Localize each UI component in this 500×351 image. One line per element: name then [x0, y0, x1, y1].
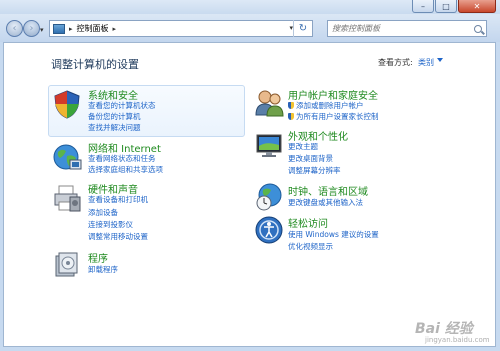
address-bar[interactable]: ▸ 控制面板 ▸ ▾ ↻: [49, 20, 313, 37]
uac-shield-icon: [288, 102, 294, 109]
back-button[interactable]: ‹: [6, 20, 23, 37]
link-screen-resolution[interactable]: 调整屏幕分辨率: [288, 165, 341, 176]
back-arrow-icon: ‹: [12, 23, 17, 34]
link-troubleshoot[interactable]: 查找并解决问题: [88, 122, 141, 133]
link-recommended-settings[interactable]: 使用 Windows 建议的设置: [288, 229, 379, 240]
forward-button[interactable]: ›: [23, 20, 40, 37]
link-add-device[interactable]: 添加设备: [88, 207, 118, 218]
category-title-programs[interactable]: 程序: [88, 250, 108, 265]
link-devices-printers[interactable]: 查看设备和打印机: [88, 194, 148, 205]
ease-of-access-icon[interactable]: [254, 215, 284, 245]
category-title-ease-of-access[interactable]: 轻松访问: [288, 215, 328, 230]
forward-arrow-icon: ›: [29, 23, 34, 34]
link-parental-controls[interactable]: 为所有用户设置家长控制: [288, 111, 379, 122]
window-controls: – □ ✕: [412, 0, 496, 14]
link-view-computer-status[interactable]: 查看您的计算机状态: [88, 100, 156, 111]
search-icon[interactable]: [474, 24, 482, 33]
close-button[interactable]: ✕: [458, 0, 496, 13]
link-backup-computer[interactable]: 备份您的计算机: [88, 111, 141, 122]
link-network-status[interactable]: 查看网络状态和任务: [88, 153, 156, 164]
uac-shield-icon: [288, 113, 294, 120]
link-label: 添加或删除用户帐户: [296, 101, 364, 110]
refresh-button[interactable]: ↻: [293, 20, 312, 37]
link-add-remove-users[interactable]: 添加或删除用户帐户: [288, 100, 364, 111]
navigation-bar: ‹ › ▾ ▸ 控制面板 ▸ ▾ ↻: [0, 14, 500, 42]
minimize-button[interactable]: –: [412, 0, 434, 13]
link-uninstall-program[interactable]: 卸载程序: [88, 264, 118, 275]
search-box[interactable]: [327, 20, 487, 37]
breadcrumb-control-panel[interactable]: 控制面板: [77, 23, 109, 34]
shield-icon[interactable]: [52, 89, 82, 119]
link-connect-projector[interactable]: 连接到投影仪: [88, 219, 133, 230]
content-pane: 调整计算机的设置 查看方式: 类别 系统和安全 查看您的计算机状态 备份您的计算…: [3, 42, 496, 347]
breadcrumb-separator[interactable]: ▸: [113, 25, 117, 33]
breadcrumb-separator[interactable]: ▸: [69, 25, 73, 33]
view-by-dropdown[interactable]: 类别: [418, 57, 434, 68]
clock-globe-icon[interactable]: [254, 182, 284, 212]
users-icon[interactable]: [254, 87, 284, 117]
baidu-watermark-url: jingyan.baidu.com: [425, 336, 490, 344]
maximize-button[interactable]: □: [435, 0, 457, 13]
network-globe-icon[interactable]: [52, 142, 82, 172]
programs-icon[interactable]: [52, 250, 82, 280]
link-change-input-methods[interactable]: 更改键盘或其他输入法: [288, 197, 363, 208]
baidu-watermark: Bai 经验: [415, 321, 473, 337]
chevron-down-icon[interactable]: [437, 58, 443, 62]
link-label: 为所有用户设置家长控制: [296, 112, 379, 121]
control-panel-icon: [53, 23, 65, 34]
category-title-clock-language-region[interactable]: 时钟、语言和区域: [288, 183, 368, 198]
link-change-theme[interactable]: 更改主题: [288, 141, 318, 152]
link-homegroup-sharing[interactable]: 选择家庭组和共享选项: [88, 164, 163, 175]
view-by-label: 查看方式:: [378, 58, 413, 67]
refresh-icon: ↻: [298, 23, 308, 34]
link-mobility-settings[interactable]: 调整常用移动设置: [88, 231, 148, 242]
recent-pages-dropdown[interactable]: ▾: [40, 26, 44, 34]
title-bar: – □ ✕: [0, 0, 500, 14]
display-icon[interactable]: [254, 131, 284, 161]
search-input[interactable]: [332, 24, 452, 33]
printer-icon[interactable]: [52, 183, 82, 213]
link-optimize-video-display[interactable]: 优化视频显示: [288, 241, 333, 252]
page-title: 调整计算机的设置: [51, 58, 139, 71]
link-change-wallpaper[interactable]: 更改桌面背景: [288, 153, 333, 164]
